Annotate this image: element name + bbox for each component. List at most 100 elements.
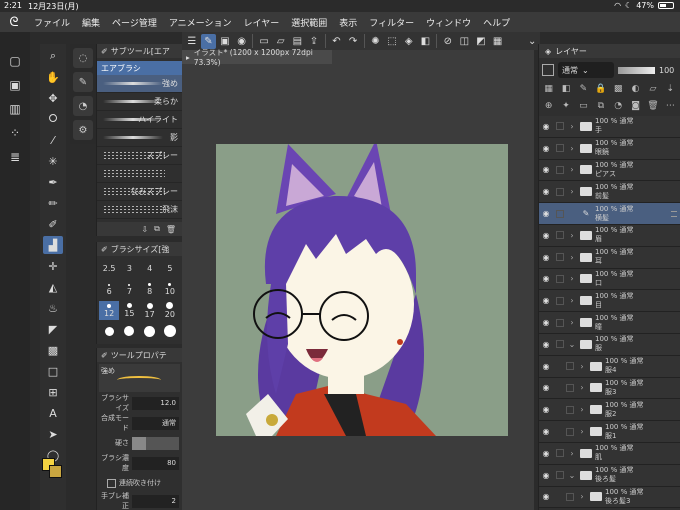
chevron-icon[interactable]: ›: [567, 274, 577, 283]
brush-size-value[interactable]: 12.0: [132, 396, 179, 410]
brush-size-option[interactable]: 4: [140, 259, 160, 278]
subtool-tab-2[interactable]: ✎: [73, 72, 93, 92]
menu-animation[interactable]: アニメーション: [163, 16, 238, 29]
eye-icon[interactable]: ◉: [539, 318, 553, 327]
new-vector-layer-icon[interactable]: ✦: [558, 99, 573, 113]
layer-lock-toggle[interactable]: [556, 122, 564, 131]
opacity-slider[interactable]: [618, 66, 655, 74]
document-tab[interactable]: ▸ イラスト* (1200 x 1200px 72dpi 73.3%): [182, 48, 332, 67]
show-selection-icon[interactable]: ▦: [490, 34, 506, 49]
material-icon[interactable]: ⁘: [4, 124, 26, 142]
reference-icon[interactable]: ◧: [558, 82, 573, 96]
chevron-icon[interactable]: ›: [567, 165, 577, 174]
brush-size-row[interactable]: ブラシサイズ 12.0: [97, 394, 182, 412]
layer-row[interactable]: ◉ ⌄ 100 % 通常 後ろ髪: [539, 464, 680, 487]
brush-size-option[interactable]: [140, 322, 160, 341]
menu-filter[interactable]: フィルター: [363, 16, 420, 29]
stabilization-value[interactable]: 2: [132, 494, 179, 508]
more-icon[interactable]: ⋯: [663, 99, 678, 113]
blend-mode-value[interactable]: 通常: [132, 416, 179, 430]
chevron-icon[interactable]: ›: [567, 253, 577, 262]
brush-item[interactable]: なみスプレー: [97, 183, 182, 201]
eye-icon[interactable]: ◉: [539, 471, 553, 480]
decoration-icon[interactable]: ✛: [43, 257, 63, 275]
layer-lock-toggle[interactable]: [556, 187, 564, 196]
brush-item[interactable]: 飛沫: [97, 201, 182, 219]
gradient-icon[interactable]: ▩: [43, 341, 63, 359]
clear-icon[interactable]: ⬚: [384, 34, 400, 49]
density-row[interactable]: ブラシ濃度 80: [97, 454, 182, 472]
trash-icon[interactable]: 🗑: [166, 225, 176, 234]
layer-lock-toggle[interactable]: [566, 427, 574, 436]
layer-row[interactable]: ◉ › 100 % 通常 服3: [539, 377, 680, 400]
eye-icon[interactable]: ◉: [539, 274, 553, 283]
layer-lock-toggle[interactable]: [556, 209, 564, 218]
layer-mask-icon[interactable]: ◔: [611, 99, 626, 113]
app-logo-icon[interactable]: ᘓ: [0, 15, 28, 30]
list-icon[interactable]: ≣: [4, 148, 26, 166]
layer-frame-icon[interactable]: [542, 64, 554, 76]
layer-row[interactable]: ◉ › 100 % 通常耳: [539, 246, 680, 269]
stabilization-row[interactable]: 手ブレ補正 2: [97, 492, 182, 510]
apply-mask-icon[interactable]: ◙: [628, 99, 643, 113]
chevron-icon[interactable]: ›: [577, 362, 587, 371]
chevron-icon[interactable]: ›: [567, 144, 577, 153]
layer-lock-toggle[interactable]: [566, 383, 574, 392]
chevron-icon[interactable]: ›: [567, 449, 577, 458]
layer-blend-select[interactable]: 通常 ⌄: [558, 62, 614, 78]
brush-item[interactable]: ハイライト: [97, 111, 182, 129]
menu-selection[interactable]: 選択範囲: [285, 16, 333, 29]
continuous-spray-checkbox[interactable]: [107, 478, 116, 488]
chevron-icon[interactable]: ›: [567, 231, 577, 240]
eye-icon[interactable]: ◉: [539, 362, 553, 371]
copy-icon[interactable]: ⧉: [154, 224, 160, 234]
layer-row[interactable]: ◉ ⌄ 100 % 通常服: [539, 333, 680, 356]
menu-file[interactable]: ファイル: [28, 16, 76, 29]
eye-icon[interactable]: ◉: [539, 122, 553, 131]
eye-icon[interactable]: ◉: [539, 253, 553, 262]
brush-size-option[interactable]: 17: [140, 301, 160, 320]
pen-icon[interactable]: ✒: [43, 173, 63, 191]
eye-icon[interactable]: ◉: [539, 383, 553, 392]
brush-size-option[interactable]: 5: [160, 259, 180, 278]
layer-lock-toggle[interactable]: [566, 362, 574, 371]
frame-icon[interactable]: ⊞: [43, 383, 63, 401]
chevron-icon[interactable]: ⌄: [567, 471, 577, 480]
drag-handle-icon[interactable]: [671, 211, 677, 218]
clip-icon[interactable]: ▦: [541, 82, 556, 96]
duplicate-icon[interactable]: ⧉: [593, 99, 608, 113]
layer-row[interactable]: ◉ › 100 % 通常 服4: [539, 355, 680, 378]
move-icon[interactable]: ✥: [43, 89, 63, 107]
layer-lock-toggle[interactable]: [556, 449, 564, 458]
subtool-tab-4[interactable]: ⚙: [73, 120, 93, 140]
menu-help[interactable]: ヘルプ: [477, 16, 516, 29]
chevron-icon[interactable]: ›: [577, 427, 587, 436]
hand-icon[interactable]: ✋: [43, 68, 63, 86]
layer-lock-toggle[interactable]: [556, 231, 564, 240]
menu-view[interactable]: 表示: [333, 16, 363, 29]
chevron-icon[interactable]: ›: [567, 318, 577, 327]
layer-row[interactable]: ◉ › 100 % 通常口: [539, 268, 680, 291]
layer-lock-toggle[interactable]: [556, 471, 564, 480]
layer-row[interactable]: ◉ › 100 % 通常手: [539, 116, 680, 138]
subtool-tab-3[interactable]: ◔: [73, 96, 93, 116]
layer-lock-toggle[interactable]: [556, 340, 564, 349]
chevron-icon[interactable]: ›: [567, 187, 577, 196]
lock-alpha-icon[interactable]: ▩: [611, 82, 626, 96]
redo-icon[interactable]: ↷: [345, 34, 361, 49]
ruler-icon[interactable]: ▱: [645, 82, 660, 96]
eye-icon[interactable]: ◉: [539, 449, 553, 458]
canvas-area[interactable]: ▸ イラスト* (1200 x 1200px 72dpi 73.3%): [182, 48, 534, 510]
lock-icon[interactable]: 🔒: [593, 82, 608, 96]
brush-item[interactable]: スプレー: [97, 147, 182, 165]
menu-page[interactable]: ページ管理: [106, 16, 163, 29]
brush-item[interactable]: [97, 165, 182, 183]
layer-row[interactable]: ◉ › 100 % 通常 前髪: [539, 181, 680, 204]
menu-window[interactable]: ウィンドウ: [420, 16, 477, 29]
airbrush-icon[interactable]: ▟: [43, 236, 63, 254]
invert-selection-icon[interactable]: ◫: [457, 34, 473, 49]
layer-lock-toggle[interactable]: [566, 405, 574, 414]
eye-icon[interactable]: ◉: [539, 296, 553, 305]
eye-icon[interactable]: ◉: [539, 427, 553, 436]
blend-icon[interactable]: ♨: [43, 299, 63, 317]
